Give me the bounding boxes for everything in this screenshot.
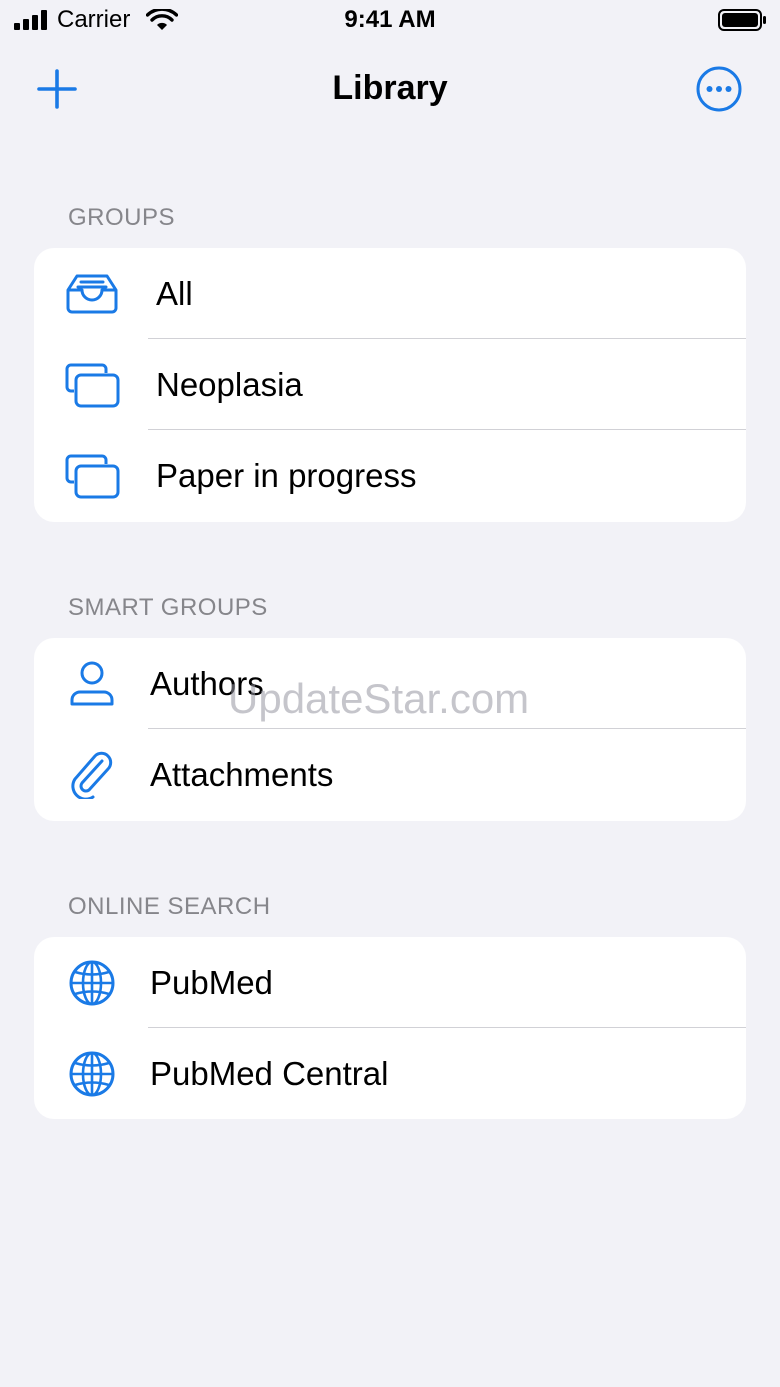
group-row-paper-in-progress[interactable]: Paper in progress	[34, 430, 746, 521]
group-row-all[interactable]: All	[34, 248, 746, 339]
page-title: Library	[332, 69, 448, 107]
online-search-label: PubMed Central	[150, 1055, 389, 1092]
group-label: Paper in progress	[156, 457, 417, 494]
status-time: 9:41 AM	[344, 6, 436, 33]
smart-groups-card: Authors Attachments	[34, 638, 746, 821]
smart-group-label: Attachments	[150, 756, 334, 793]
smart-group-row-authors[interactable]: Authors	[34, 638, 746, 729]
smart-group-row-attachments[interactable]: Attachments	[34, 729, 746, 820]
section-header-groups: GROUPS	[68, 204, 176, 231]
person-icon	[70, 661, 114, 706]
online-search-label: PubMed	[150, 964, 273, 1001]
section-header-smart-groups: SMART GROUPS	[68, 594, 268, 621]
tray-icon	[66, 274, 118, 314]
group-row-neoplasia[interactable]: Neoplasia	[34, 339, 746, 430]
folder-stack-icon	[65, 363, 120, 408]
groups-card: All Neoplasia Paper in progress	[34, 248, 746, 522]
paperclip-icon	[71, 751, 113, 799]
online-search-row-pubmed[interactable]: PubMed	[34, 937, 746, 1028]
smart-group-label: Authors	[150, 665, 264, 702]
section-header-online-search: ONLINE SEARCH	[68, 893, 271, 920]
group-label: All	[156, 275, 193, 312]
battery-icon	[718, 9, 766, 31]
ellipsis-circle-icon	[696, 66, 742, 112]
globe-icon	[69, 1051, 115, 1097]
online-search-card: PubMed PubMed Central	[34, 937, 746, 1119]
status-bar: Carrier 9:41 AM	[0, 0, 780, 42]
folder-stack-icon	[65, 454, 120, 499]
navigation-bar: Library	[0, 50, 780, 126]
more-options-button[interactable]	[695, 65, 743, 113]
online-search-row-pubmed-central[interactable]: PubMed Central	[34, 1028, 746, 1119]
group-label: Neoplasia	[156, 366, 303, 403]
globe-icon	[69, 960, 115, 1006]
